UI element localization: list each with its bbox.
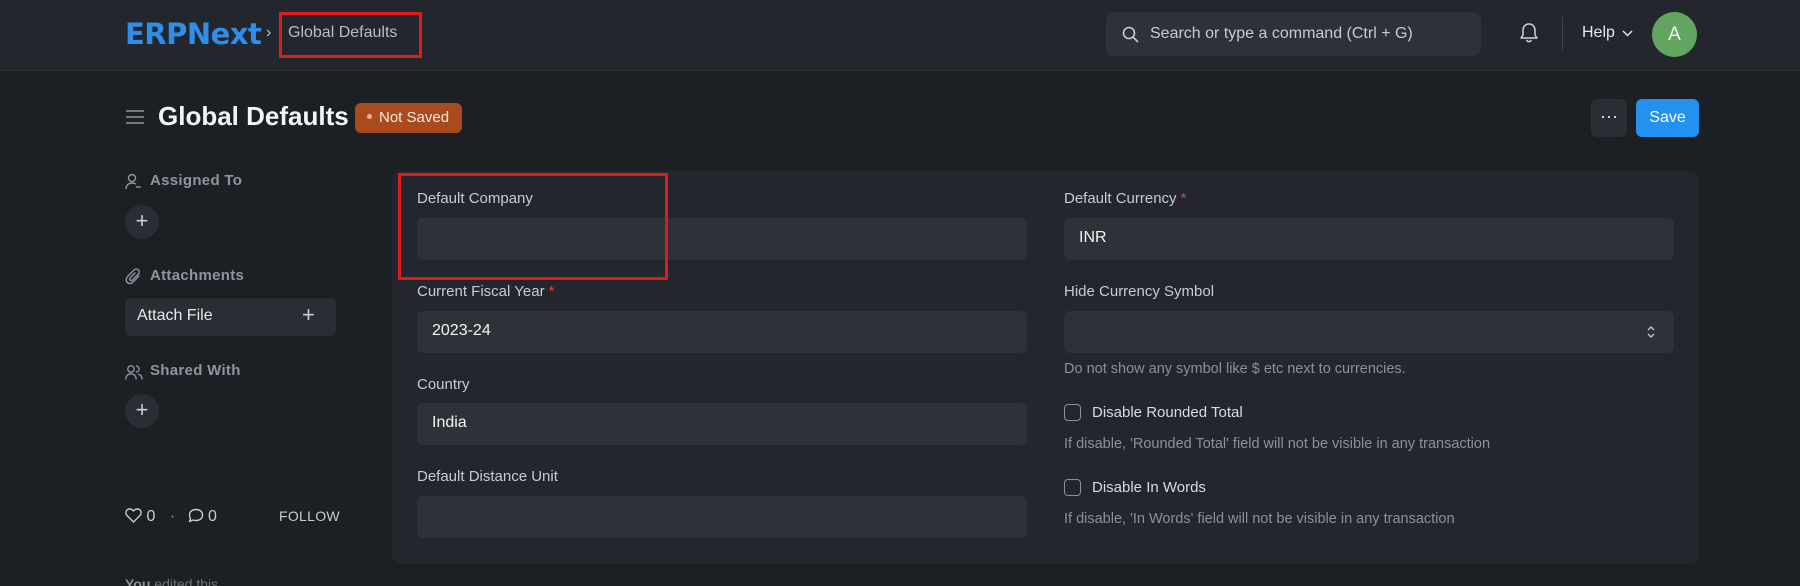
disable-in-words-label[interactable]: Disable In Words <box>1092 479 1206 496</box>
chevron-right-icon: › <box>266 24 272 41</box>
distance-unit-label: Default Distance Unit <box>417 468 558 485</box>
help-label: Help <box>1582 24 1615 41</box>
fiscal-year-label: Current Fiscal Year * <box>417 283 554 300</box>
disable-in-words-description: If disable, 'In Words' field will not be… <box>1064 511 1455 527</box>
required-marker: * <box>548 283 555 300</box>
likes-count: 0 <box>146 508 156 525</box>
disable-rounded-total-label[interactable]: Disable Rounded Total <box>1092 404 1243 421</box>
shared-users-icon <box>125 365 143 380</box>
comment-icon[interactable] <box>188 508 204 523</box>
fiscal-year-input[interactable]: 2023-24 <box>417 311 1027 353</box>
hide-currency-symbol-description: Do not show any symbol like $ etc next t… <box>1064 361 1406 377</box>
hide-currency-symbol-select[interactable] <box>1064 311 1674 353</box>
chevron-down-icon <box>1622 30 1633 37</box>
activity-text: edited this <box>154 576 219 586</box>
sidebar-toggle-icon[interactable] <box>125 108 145 126</box>
more-actions-button[interactable]: ··· <box>1591 99 1627 137</box>
highlight-box-breadcrumb <box>279 12 422 58</box>
assign-user-icon <box>125 173 141 190</box>
disable-rounded-total-checkbox[interactable] <box>1064 404 1081 421</box>
required-marker: * <box>1180 190 1187 207</box>
likes-comments: 0 · 0 <box>125 508 219 526</box>
activity-line: You edited this <box>125 576 218 586</box>
attach-file-button[interactable]: Attach File + <box>125 298 336 336</box>
search-bar[interactable]: Search or type a command (Ctrl + G) <box>1106 12 1481 56</box>
assigned-to-label: Assigned To <box>150 172 243 189</box>
notification-bell-icon[interactable] <box>1519 22 1539 44</box>
search-icon <box>1122 26 1139 43</box>
save-button[interactable]: Save <box>1636 99 1699 137</box>
paperclip-icon <box>125 268 140 285</box>
highlight-box-default-company <box>398 173 668 280</box>
erpnext-logo[interactable]: ERPNext <box>125 17 262 51</box>
default-currency-input[interactable]: INR <box>1064 218 1674 260</box>
navbar-divider <box>1562 17 1563 50</box>
fiscal-year-label-text: Current Fiscal Year <box>417 283 545 300</box>
dot-separator: · <box>169 508 176 525</box>
user-avatar[interactable]: A <box>1652 12 1697 57</box>
status-dot <box>367 113 372 119</box>
status-badge: Not Saved <box>355 103 463 133</box>
default-currency-label: Default Currency * <box>1064 190 1186 207</box>
follow-button[interactable]: FOLLOW <box>279 508 340 524</box>
country-label: Country <box>417 376 470 393</box>
default-currency-label-text: Default Currency <box>1064 190 1177 207</box>
add-assignee-button[interactable]: + <box>125 205 159 239</box>
disable-rounded-total-description: If disable, 'Rounded Total' field will n… <box>1064 436 1491 452</box>
disable-in-words-checkbox[interactable] <box>1064 479 1081 496</box>
page-title: Global Defaults <box>158 101 349 131</box>
heart-icon[interactable] <box>125 508 142 523</box>
help-dropdown[interactable]: Help <box>1582 24 1633 42</box>
attach-file-label: Attach File <box>137 307 213 324</box>
distance-unit-input[interactable] <box>417 496 1027 538</box>
status-badge-label: Not Saved <box>379 109 450 126</box>
add-share-button[interactable]: + <box>125 394 159 428</box>
country-input[interactable]: India <box>417 403 1027 445</box>
comments-count: 0 <box>208 508 217 525</box>
navbar: ERPNext › Global Defaults Search or type… <box>0 0 1800 71</box>
attachments-label: Attachments <box>150 267 245 284</box>
select-arrows-icon <box>1647 326 1655 338</box>
shared-with-label: Shared With <box>150 362 241 379</box>
activity-user: You <box>125 576 151 586</box>
plus-icon: + <box>302 302 315 327</box>
hide-currency-symbol-label: Hide Currency Symbol <box>1064 283 1215 300</box>
search-placeholder: Search or type a command (Ctrl + G) <box>1150 25 1413 42</box>
